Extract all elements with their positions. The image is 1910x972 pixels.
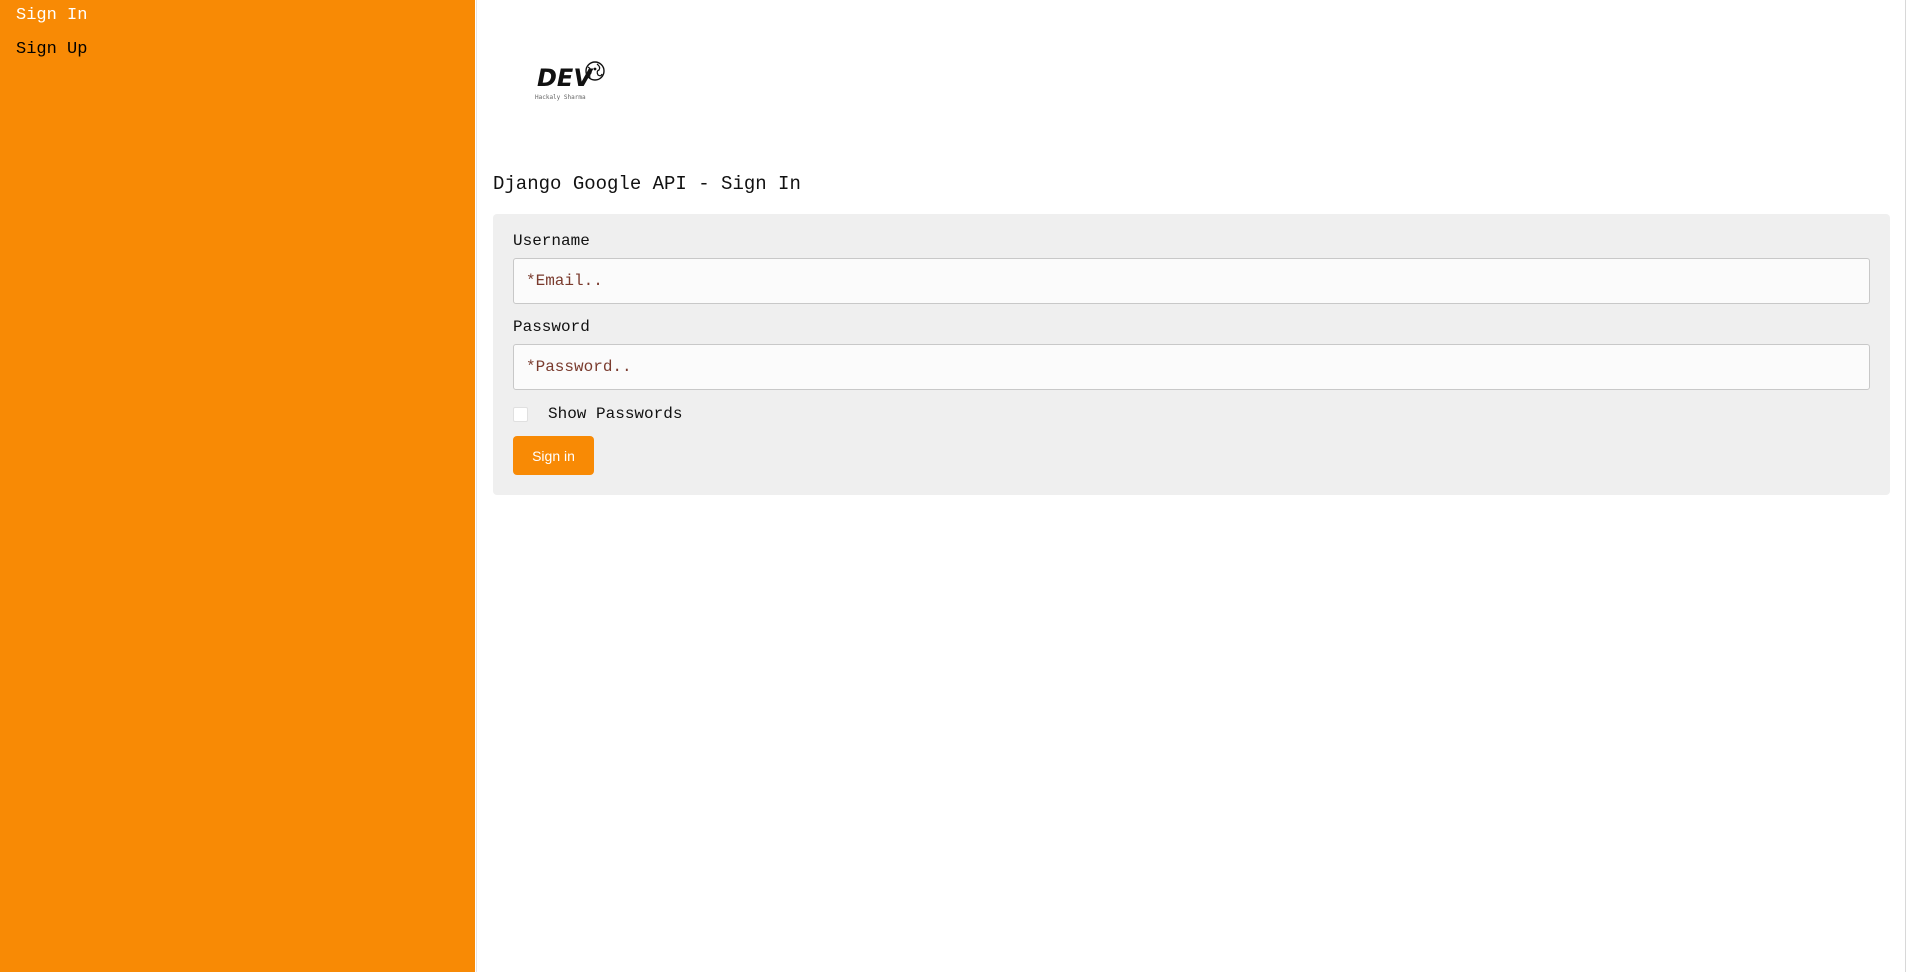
- show-passwords-checkbox[interactable]: [513, 406, 528, 422]
- logo-subtext: Hackaly Sharma: [535, 94, 586, 101]
- password-label: Password: [513, 318, 590, 336]
- show-passwords-row: Show Passwords: [513, 404, 682, 424]
- sidebar: Sign In Sign Up: [0, 0, 475, 972]
- username-label: Username: [513, 232, 590, 250]
- username-input[interactable]: [513, 258, 1870, 304]
- page-edge-divider: [1905, 0, 1906, 972]
- dev-logo-icon: DEV Hackaly Sharma: [535, 61, 605, 101]
- main-content: DEV Hackaly Sharma Django Google API - S…: [476, 0, 1906, 972]
- sidebar-item-sign-up[interactable]: Sign Up: [16, 40, 87, 59]
- password-input[interactable]: [513, 344, 1870, 390]
- sign-in-button[interactable]: Sign in: [513, 436, 594, 475]
- sidebar-item-sign-in[interactable]: Sign In: [16, 6, 87, 25]
- page-title: Django Google API - Sign In: [493, 173, 801, 195]
- sign-in-form: Username Password Show Passwords Sign in: [493, 214, 1890, 495]
- show-passwords-label: Show Passwords: [548, 405, 683, 423]
